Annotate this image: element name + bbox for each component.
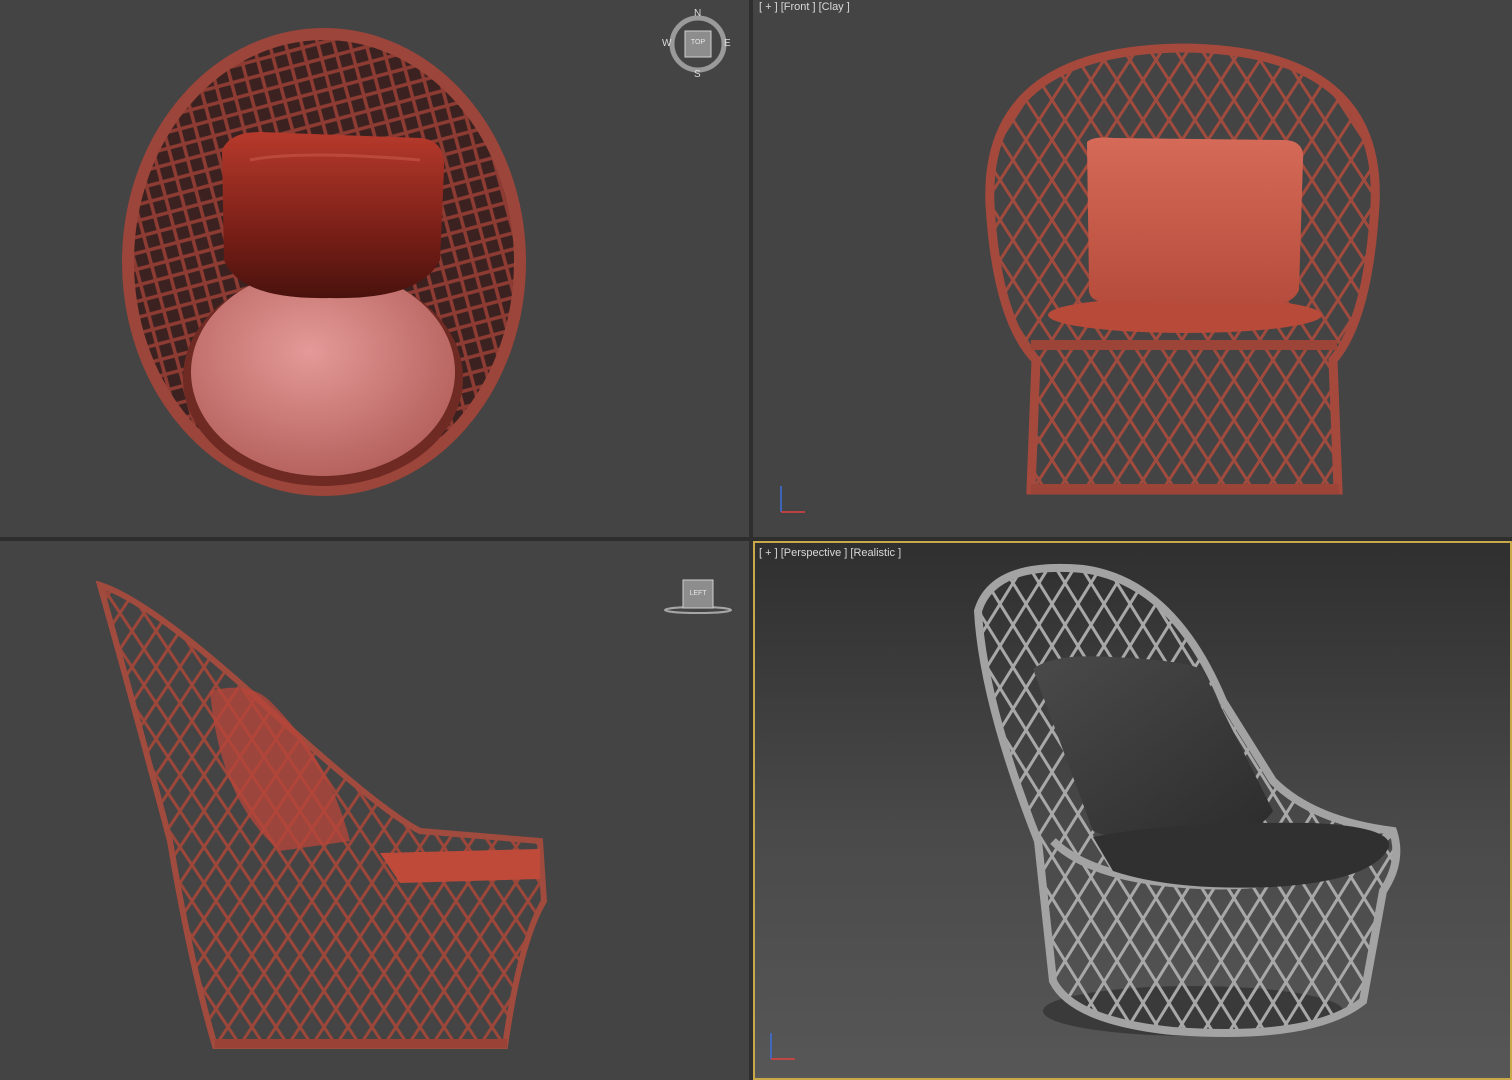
viewcube-ring-icon — [664, 579, 732, 614]
viewport-left[interactable]: LEFT — [0, 541, 749, 1080]
compass-w: W — [662, 38, 672, 49]
chair-top-view — [122, 28, 526, 496]
viewport-front[interactable]: [ + ] [Front ] [Clay ] — [753, 0, 1512, 537]
viewport-perspective[interactable]: [ + ] [Perspective ] [Realistic ] — [753, 541, 1512, 1080]
axis-triad-icon — [780, 486, 805, 513]
chair-front-view — [985, 43, 1380, 495]
viewcube-icon[interactable]: TOP N S E W — [662, 8, 731, 80]
compass-s: S — [694, 69, 701, 80]
viewcube-icon[interactable]: LEFT — [664, 579, 732, 619]
chair-left-view — [95, 580, 548, 1049]
chair-perspective-view — [973, 563, 1401, 1037]
compass-n: N — [694, 8, 702, 19]
viewport-top[interactable]: TOP N S E W — [0, 0, 749, 537]
viewcube-face-label: LEFT — [689, 590, 707, 597]
viewcube-face-label: TOP — [690, 39, 706, 46]
compass-e: E — [724, 38, 731, 49]
axis-triad-icon — [770, 1033, 795, 1060]
